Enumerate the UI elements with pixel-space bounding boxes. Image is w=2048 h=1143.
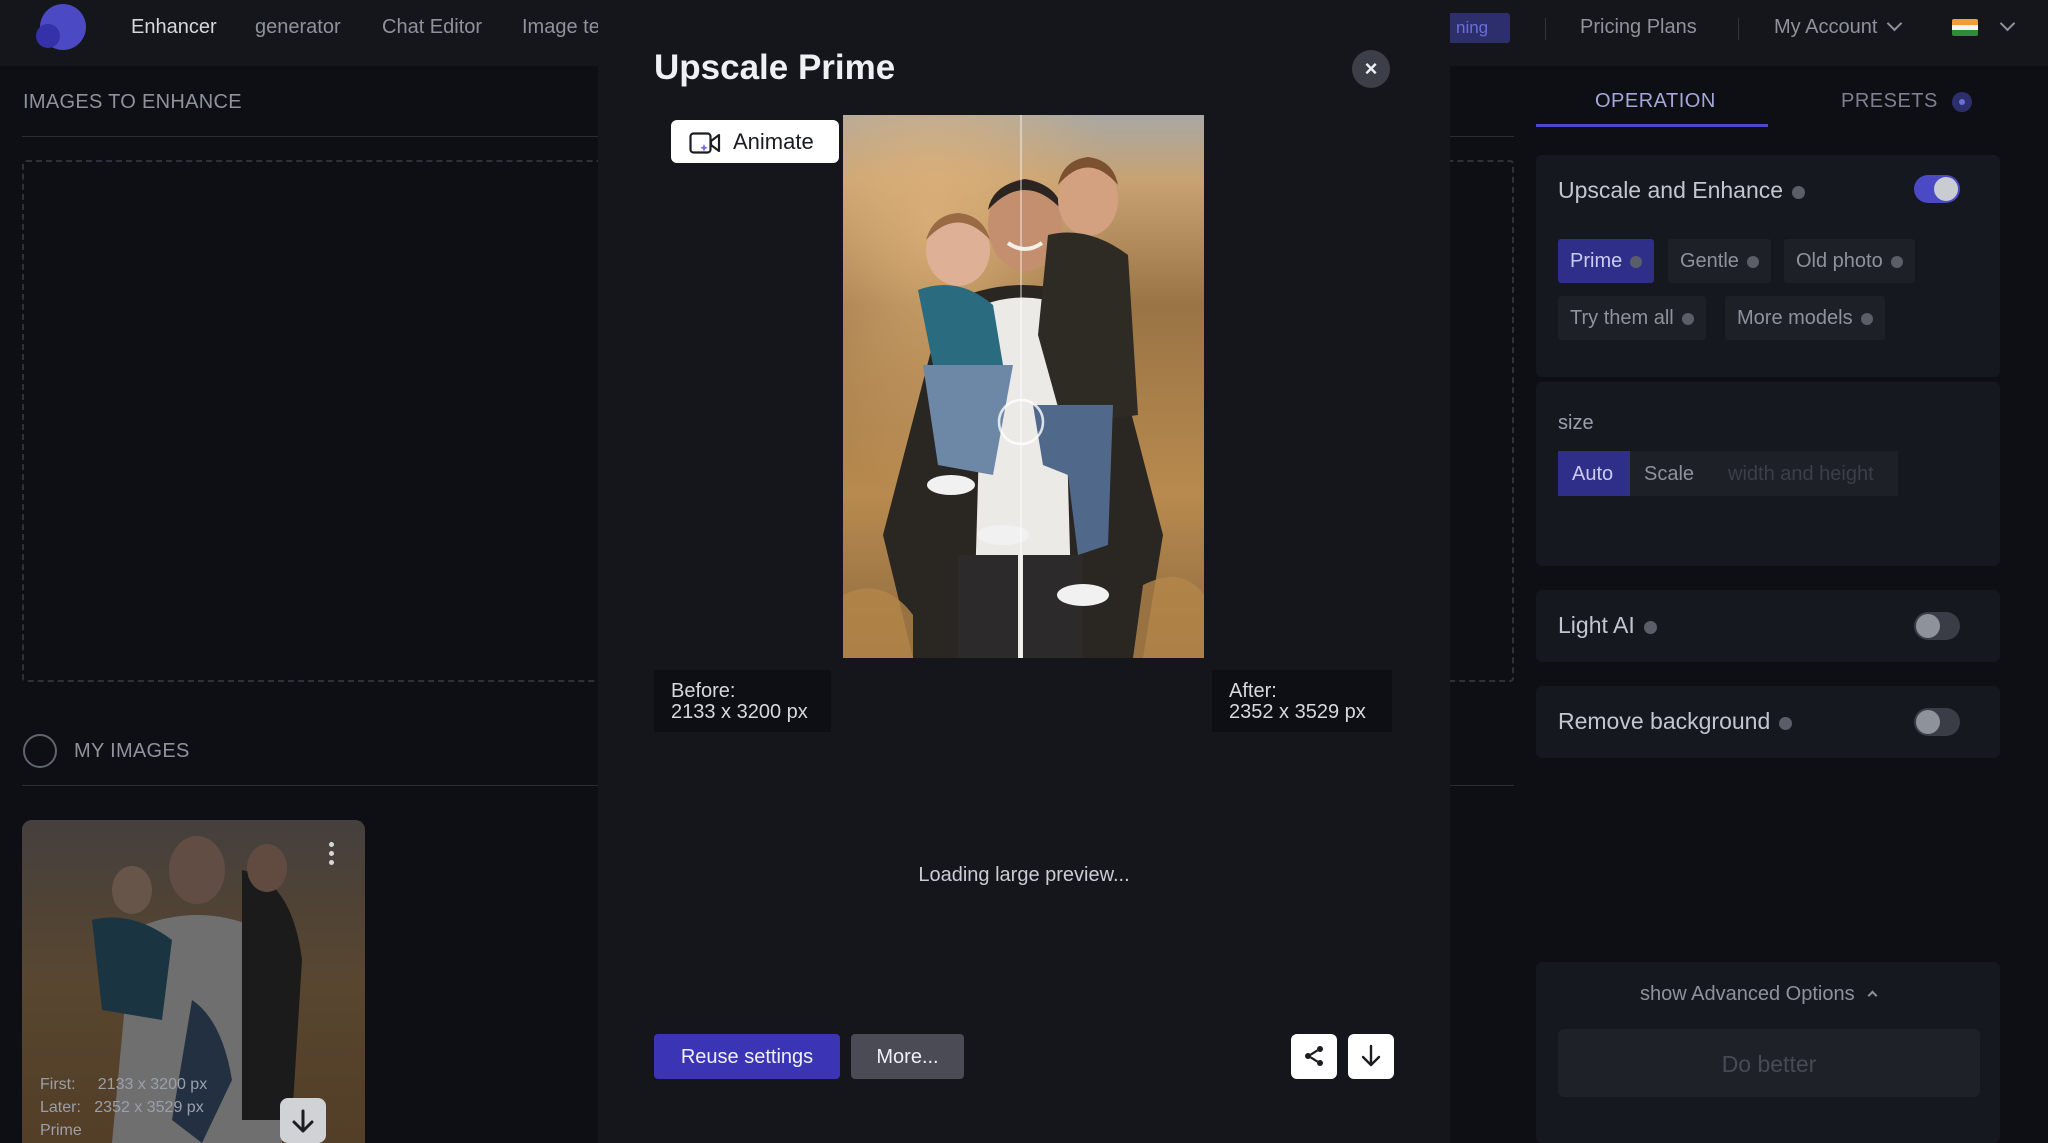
nav-generator[interactable]: generator: [255, 16, 341, 39]
light-ai-toggle[interactable]: [1914, 612, 1960, 640]
info-icon[interactable]: [1681, 313, 1694, 325]
upscale-title: Upscale and Enhance: [1558, 177, 1806, 204]
tab-presets[interactable]: PRESETS: [1841, 90, 1938, 113]
after-label: After:: [1229, 680, 1277, 702]
size-auto[interactable]: Auto: [1558, 451, 1630, 496]
remove-bg-toggle[interactable]: [1914, 708, 1960, 736]
before-value: 2133 x 3200 px: [671, 701, 808, 723]
model-try-them-all[interactable]: Try them all: [1558, 296, 1706, 340]
chevron-down-icon: [1999, 15, 2016, 32]
remove-bg-title-text: Remove background: [1558, 708, 1771, 734]
india-flag-icon[interactable]: [1952, 19, 1978, 36]
upscale-card: Upscale and Enhance Prime Gentle Old pho…: [1536, 155, 2000, 377]
nav-image-to[interactable]: Image tе: [522, 16, 600, 39]
nav-divider: [1738, 18, 1739, 40]
first-value: 2133 x 3200 px: [97, 1076, 208, 1093]
upscale-preview-modal: Upscale Prime × Animate Before: 2133 x 3…: [598, 0, 1450, 1143]
my-images-heading: MY IMAGES: [74, 740, 190, 762]
light-ai-title: Light AI: [1558, 612, 1657, 639]
model-more-models[interactable]: More models: [1725, 296, 1885, 340]
arrow-down-icon: [292, 1109, 314, 1133]
info-icon[interactable]: [1860, 313, 1873, 325]
share-button[interactable]: [1291, 1034, 1337, 1079]
share-icon: [1305, 1046, 1323, 1066]
info-icon[interactable]: [1746, 256, 1759, 268]
training-badge[interactable]: ning: [1448, 13, 1510, 43]
more-button[interactable]: More...: [851, 1034, 964, 1079]
nav-pricing-plans[interactable]: Pricing Plans: [1580, 16, 1697, 39]
before-size-box: Before: 2133 x 3200 px: [654, 670, 831, 732]
upscale-title-text: Upscale and Enhance: [1558, 177, 1784, 203]
model-prime-label: Prime: [1570, 250, 1623, 272]
tab-operation[interactable]: OPERATION: [1595, 90, 1716, 113]
comparison-photo: [843, 115, 1204, 658]
toggle-knob: [1916, 710, 1940, 734]
info-icon[interactable]: [1792, 186, 1806, 199]
size-label: size: [1558, 412, 1594, 434]
info-icon[interactable]: [1643, 621, 1657, 634]
first-label: First:: [40, 1076, 76, 1093]
before-after-comparison[interactable]: [843, 115, 1204, 658]
info-icon[interactable]: [1890, 256, 1903, 268]
after-value: 2352 x 3529 px: [1229, 701, 1366, 723]
video-camera-icon: [689, 132, 721, 154]
toggle-knob: [1916, 614, 1940, 638]
size-scale[interactable]: Scale: [1630, 451, 1714, 496]
reuse-settings-button[interactable]: Reuse settings: [654, 1034, 840, 1079]
later-value: 2352 x 3529 px: [94, 1099, 204, 1116]
select-all-radio[interactable]: [23, 734, 57, 768]
nav-enhancer[interactable]: Enhancer: [131, 16, 217, 39]
animate-button[interactable]: Animate: [671, 120, 839, 163]
download-button[interactable]: [1348, 1034, 1394, 1079]
chevron-down-icon: [1887, 15, 1903, 32]
more-options-icon[interactable]: [329, 842, 335, 868]
model-gentle[interactable]: Gentle: [1668, 239, 1771, 283]
model-old-photo[interactable]: Old photo: [1784, 239, 1915, 283]
presets-badge-icon: [1952, 92, 1972, 112]
loading-preview-text: Loading large preview...: [918, 864, 1130, 886]
remove-background-card: Remove background: [1536, 686, 2000, 758]
remove-bg-title: Remove background: [1558, 708, 1793, 735]
language-dropdown[interactable]: [1990, 15, 2016, 39]
nav-divider: [1545, 18, 1546, 40]
later-label: Later:: [40, 1099, 81, 1116]
thumbnail-download-button[interactable]: [280, 1098, 326, 1143]
animate-label: Animate: [733, 129, 814, 154]
before-label: Before:: [671, 680, 736, 702]
model-gentle-label: Gentle: [1680, 250, 1739, 272]
do-better-button[interactable]: Do better: [1558, 1029, 1980, 1097]
model-try-all-label: Try them all: [1570, 307, 1674, 329]
info-icon[interactable]: [1630, 256, 1643, 268]
size-width-height[interactable]: width and height: [1714, 451, 1898, 496]
light-ai-card: Light AI: [1536, 590, 2000, 662]
advanced-label: show Advanced Options: [1640, 983, 1855, 1005]
model-more-label: More models: [1737, 307, 1853, 329]
arrow-down-icon: [1361, 1044, 1381, 1067]
image-thumbnail-card[interactable]: First: 2133 x 3200 px Later: 2352 x 3529…: [22, 820, 365, 1143]
nav-chat-editor[interactable]: Chat Editor: [382, 16, 482, 39]
light-ai-title-text: Light AI: [1558, 612, 1635, 638]
modal-title: Upscale Prime: [654, 48, 896, 87]
model-prime[interactable]: Prime: [1558, 239, 1655, 283]
thumb-later-row: Later: 2352 x 3529 px: [40, 1096, 204, 1119]
nav-my-account[interactable]: My Account: [1774, 15, 1903, 39]
active-tab-indicator: [1536, 124, 1768, 127]
upscale-toggle[interactable]: [1914, 175, 1960, 203]
images-to-enhance-heading: IMAGES TO ENHANCE: [23, 91, 242, 113]
info-icon[interactable]: [1779, 717, 1793, 730]
thumb-first-row: First: 2133 x 3200 px: [40, 1073, 207, 1096]
show-advanced-options[interactable]: show Advanced Options: [1640, 983, 1878, 1006]
toggle-knob: [1934, 177, 1958, 201]
after-size-box: After: 2352 x 3529 px: [1212, 670, 1392, 732]
model-old-photo-label: Old photo: [1796, 250, 1883, 272]
app-logo[interactable]: [36, 4, 86, 50]
chevron-up-icon: [1867, 990, 1878, 1001]
close-icon[interactable]: ×: [1352, 50, 1390, 88]
my-account-label: My Account: [1774, 16, 1878, 38]
thumb-model: Prime: [40, 1122, 82, 1139]
